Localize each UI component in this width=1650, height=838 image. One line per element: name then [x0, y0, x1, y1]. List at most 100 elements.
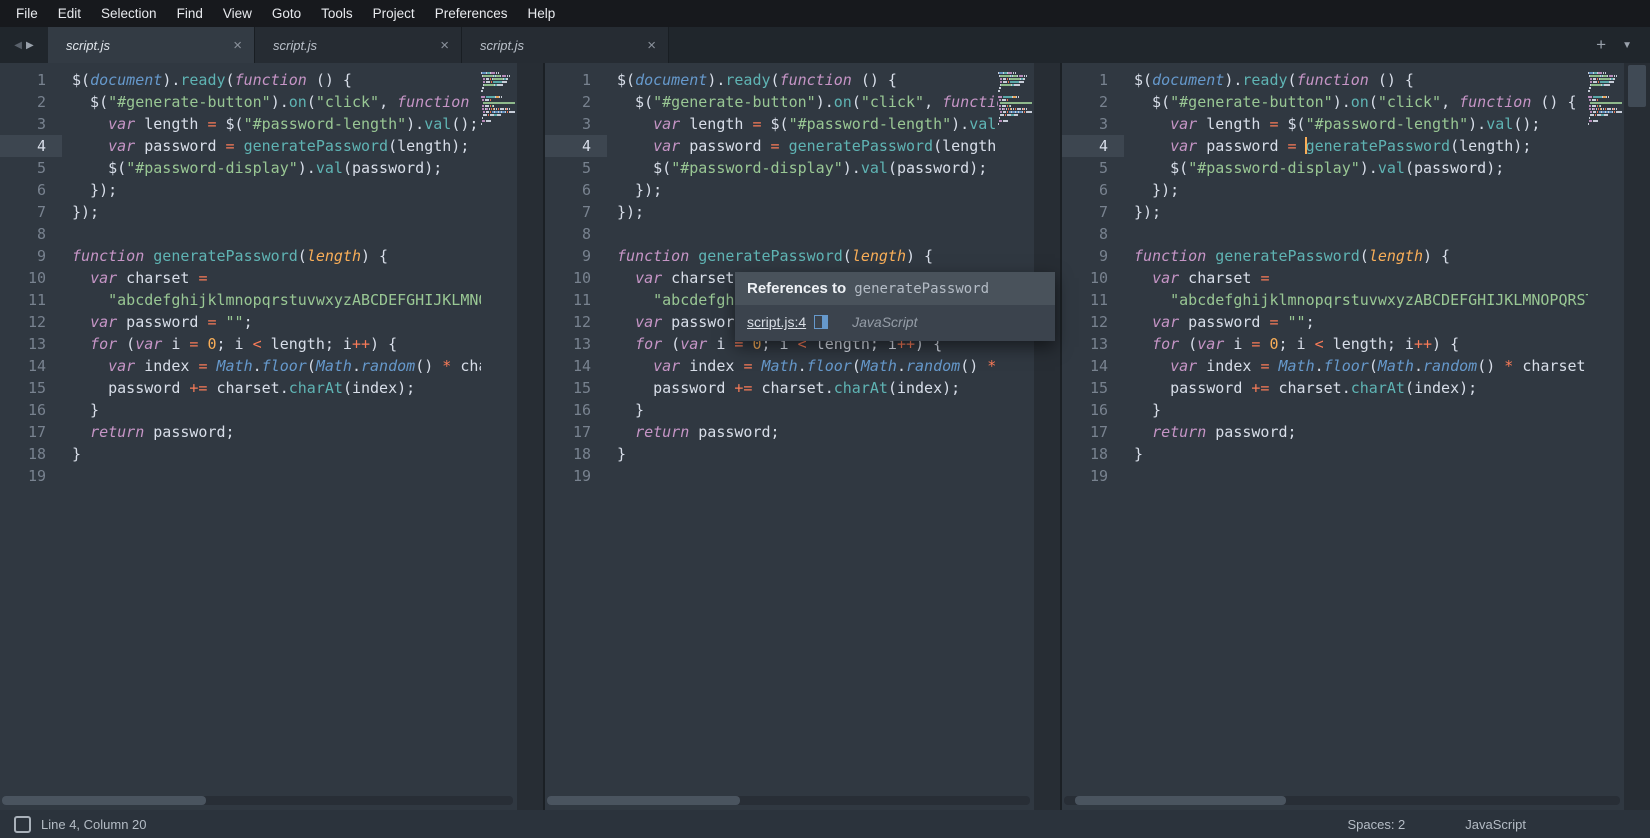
horizontal-scrollbar-thumb[interactable] — [1075, 796, 1286, 805]
code-line-15[interactable]: password += charset.charAt(index); — [617, 377, 998, 399]
code-line-7[interactable]: }); — [1134, 201, 1588, 223]
menu-item-tools[interactable]: Tools — [311, 0, 363, 27]
line-number[interactable]: 19 — [0, 465, 62, 487]
line-number[interactable]: 7 — [1062, 201, 1124, 223]
menu-item-edit[interactable]: Edit — [48, 0, 91, 27]
line-number[interactable]: 10 — [0, 267, 62, 289]
code-line-4[interactable]: var password = generatePassword(length); — [617, 135, 998, 157]
code-line-17[interactable]: return password; — [1134, 421, 1588, 443]
code-line-4[interactable]: var password = generatePassword(length); — [1134, 135, 1588, 157]
code-line-12[interactable]: var password = ""; — [1134, 311, 1588, 333]
vertical-scrollbar-thumb[interactable] — [1628, 65, 1646, 107]
line-number[interactable]: 1 — [0, 69, 62, 91]
gutter[interactable]: 12345678910111213141516171819 — [0, 63, 62, 810]
line-number[interactable]: 16 — [1062, 399, 1124, 421]
line-number[interactable]: 19 — [1062, 465, 1124, 487]
code-line-17[interactable]: return password; — [72, 421, 481, 443]
code-line-9[interactable]: function generatePassword(length) { — [1134, 245, 1588, 267]
syntax-status[interactable]: JavaScript — [1465, 817, 1526, 832]
code-line-4[interactable]: var password = generatePassword(length); — [72, 135, 481, 157]
line-number[interactable]: 18 — [545, 443, 607, 465]
code-line-16[interactable]: } — [72, 399, 481, 421]
gutter[interactable]: 12345678910111213141516171819 — [545, 63, 607, 810]
line-number[interactable]: 14 — [545, 355, 607, 377]
code-line-6[interactable]: }); — [1134, 179, 1588, 201]
line-number[interactable]: 18 — [1062, 443, 1124, 465]
code-line-13[interactable]: for (var i = 0; i < length; i++) { — [72, 333, 481, 355]
line-number[interactable]: 14 — [1062, 355, 1124, 377]
menu-item-project[interactable]: Project — [363, 0, 425, 27]
code-line-12[interactable]: var password = ""; — [72, 311, 481, 333]
horizontal-scrollbar[interactable] — [2, 796, 513, 805]
code-line-5[interactable]: $("#password-display").val(password); — [617, 157, 998, 179]
line-number[interactable]: 1 — [1062, 69, 1124, 91]
vertical-scrollbar[interactable] — [517, 63, 543, 810]
code-line-10[interactable]: var charset = — [72, 267, 481, 289]
line-number[interactable]: 1 — [545, 69, 607, 91]
code-line-9[interactable]: function generatePassword(length) { — [72, 245, 481, 267]
line-number[interactable]: 11 — [1062, 289, 1124, 311]
line-number[interactable]: 18 — [0, 443, 62, 465]
line-number[interactable]: 13 — [0, 333, 62, 355]
code-line-7[interactable]: }); — [72, 201, 481, 223]
tab-2[interactable]: script.js× — [255, 27, 462, 63]
horizontal-scrollbar[interactable] — [547, 796, 1030, 805]
code-line-18[interactable]: } — [617, 443, 998, 465]
code-line-2[interactable]: $("#generate-button").on("click", functi… — [1134, 91, 1588, 113]
line-number[interactable]: 2 — [0, 91, 62, 113]
nav-back-icon[interactable]: ◀ — [14, 40, 22, 51]
code-line-8[interactable] — [1134, 223, 1588, 245]
code-line-8[interactable] — [72, 223, 481, 245]
line-number[interactable]: 5 — [0, 157, 62, 179]
line-number[interactable]: 4 — [0, 135, 62, 157]
code-line-19[interactable] — [1134, 465, 1588, 487]
code-line-16[interactable]: } — [617, 399, 998, 421]
code-line-1[interactable]: $(document).ready(function () { — [72, 69, 481, 91]
minimap[interactable] — [998, 63, 1034, 810]
vertical-scrollbar[interactable] — [1034, 63, 1060, 810]
code-line-9[interactable]: function generatePassword(length) { — [617, 245, 998, 267]
line-number[interactable]: 6 — [545, 179, 607, 201]
menu-item-goto[interactable]: Goto — [262, 0, 311, 27]
line-number[interactable]: 16 — [545, 399, 607, 421]
menu-item-help[interactable]: Help — [518, 0, 566, 27]
line-number[interactable]: 17 — [545, 421, 607, 443]
nav-forward-icon[interactable]: ▶ — [26, 40, 34, 51]
code-area[interactable]: $(document).ready(function () { $("#gene… — [62, 63, 481, 810]
menu-item-find[interactable]: Find — [167, 0, 213, 27]
line-number[interactable]: 5 — [1062, 157, 1124, 179]
line-number[interactable]: 8 — [1062, 223, 1124, 245]
line-number[interactable]: 9 — [1062, 245, 1124, 267]
vintage-mode-icon[interactable] — [14, 816, 31, 833]
code-line-1[interactable]: $(document).ready(function () { — [1134, 69, 1588, 91]
line-number[interactable]: 14 — [0, 355, 62, 377]
line-number[interactable]: 12 — [1062, 311, 1124, 333]
tab-overflow-icon[interactable]: ▼ — [1622, 40, 1632, 51]
line-number[interactable]: 6 — [0, 179, 62, 201]
minimap[interactable] — [1588, 63, 1624, 810]
line-number[interactable]: 17 — [1062, 421, 1124, 443]
minimap[interactable] — [481, 63, 517, 810]
line-number[interactable]: 17 — [0, 421, 62, 443]
tab-close-icon[interactable]: × — [440, 38, 449, 53]
line-number[interactable]: 13 — [1062, 333, 1124, 355]
line-number[interactable]: 2 — [545, 91, 607, 113]
code-line-17[interactable]: return password; — [617, 421, 998, 443]
code-area[interactable]: $(document).ready(function () { $("#gene… — [607, 63, 998, 810]
line-number[interactable]: 8 — [0, 223, 62, 245]
tab-3[interactable]: script.js× — [462, 27, 669, 63]
code-line-18[interactable]: } — [1134, 443, 1588, 465]
line-number[interactable]: 8 — [545, 223, 607, 245]
menu-item-selection[interactable]: Selection — [91, 0, 167, 27]
line-number[interactable]: 3 — [545, 113, 607, 135]
code-line-5[interactable]: $("#password-display").val(password); — [1134, 157, 1588, 179]
goto-reference-icon[interactable] — [814, 315, 828, 329]
gutter[interactable]: 12345678910111213141516171819 — [1062, 63, 1124, 810]
horizontal-scrollbar[interactable] — [1064, 796, 1620, 805]
indentation-status[interactable]: Spaces: 2 — [1347, 817, 1405, 832]
tab-1[interactable]: script.js× — [48, 27, 255, 63]
line-number[interactable]: 19 — [545, 465, 607, 487]
line-number[interactable]: 3 — [0, 113, 62, 135]
code-line-19[interactable] — [617, 465, 998, 487]
menu-item-view[interactable]: View — [213, 0, 262, 27]
